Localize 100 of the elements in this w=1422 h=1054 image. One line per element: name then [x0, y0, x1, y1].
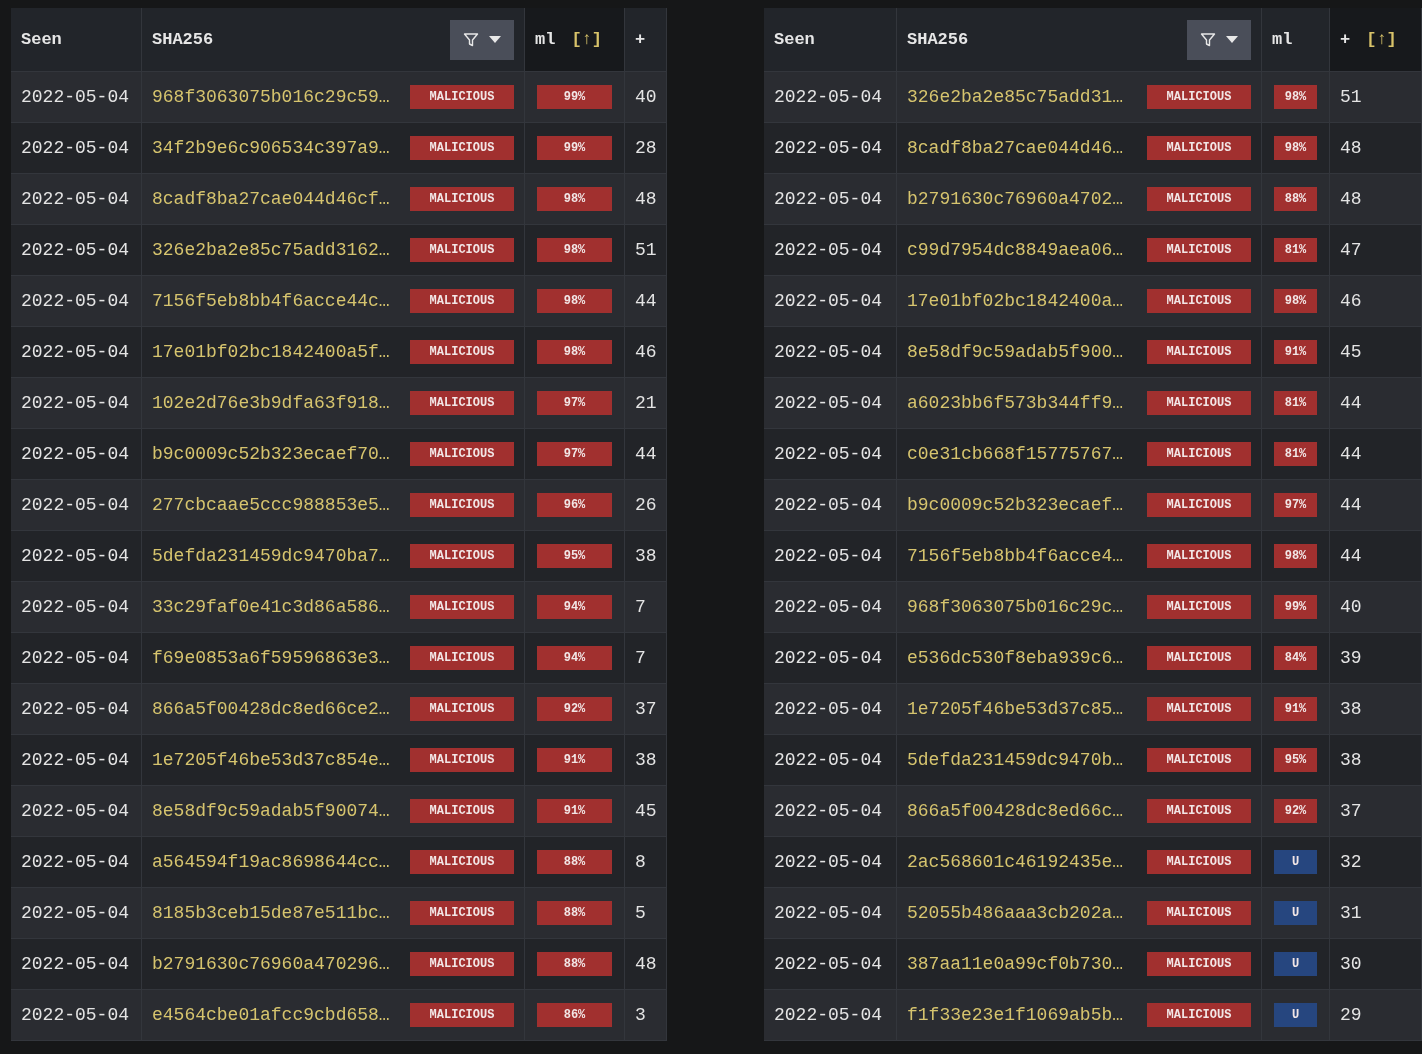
filter-button[interactable]	[1187, 19, 1251, 60]
hash-link[interactable]: 326e2ba2e85c75add31…	[907, 87, 1124, 107]
score-badge: 91%	[1274, 697, 1317, 721]
column-label: +	[635, 30, 646, 49]
count-cell: 45	[625, 786, 667, 837]
hash-link[interactable]: 5defda231459dc9470b…	[907, 750, 1124, 770]
hash-link[interactable]: b2791630c76960a470296…	[152, 954, 390, 974]
hash-link[interactable]: c0e31cb668f15775767…	[907, 444, 1124, 464]
hash-link[interactable]: 17e01bf02bc1842400a5f…	[152, 342, 390, 362]
count-cell: 29	[1330, 990, 1422, 1041]
hash-link[interactable]: 968f3063075b016c29c…	[907, 597, 1124, 617]
hash-link[interactable]: 52055b486aaa3cb202a…	[907, 903, 1124, 923]
date-cell: 2022-05-04	[11, 939, 142, 990]
column-label: SHA256	[152, 30, 214, 49]
verdict-badge: MALICIOUS	[410, 340, 514, 364]
hash-link[interactable]: 8e58df9c59adab5f90074…	[152, 801, 390, 821]
date-cell: 2022-05-04	[11, 429, 142, 480]
column-header[interactable]: SHA256	[142, 8, 525, 72]
verdict-badge: MALICIOUS	[1147, 799, 1251, 823]
verdict-badge: MALICIOUS	[1147, 238, 1251, 262]
hash-link[interactable]: 1e7205f46be53d37c85…	[907, 699, 1124, 719]
hash-link[interactable]: 17e01bf02bc1842400a…	[907, 291, 1124, 311]
date-cell: 2022-05-04	[764, 684, 897, 735]
date-cell: 2022-05-04	[11, 990, 142, 1041]
score-badge: 98%	[1274, 136, 1317, 160]
column-header[interactable]: + [↑]	[1330, 8, 1422, 72]
count-cell: 31	[1330, 888, 1422, 939]
hash-link[interactable]: a6023bb6f573b344ff9…	[907, 393, 1124, 413]
column-header[interactable]: Seen	[11, 8, 142, 72]
hash-link[interactable]: 8cadf8ba27cae044d46cf…	[152, 189, 390, 209]
verdict-badge: MALICIOUS	[1147, 697, 1251, 721]
column-header[interactable]: ml [↑]	[525, 8, 625, 72]
count-cell: 44	[1330, 531, 1422, 582]
hash-link[interactable]: 7156f5eb8bb4f6acce4…	[907, 546, 1124, 566]
count-cell: 44	[625, 429, 667, 480]
verdict-badge: MALICIOUS	[410, 1003, 514, 1027]
score-badge: 94%	[537, 646, 612, 670]
hash-link[interactable]: f1f33e23e1f1069ab5b…	[907, 1005, 1124, 1025]
hash-link[interactable]: 8cadf8ba27cae044d46…	[907, 138, 1124, 158]
hash-link[interactable]: 8e58df9c59adab5f900…	[907, 342, 1124, 362]
verdict-badge: MALICIOUS	[410, 238, 514, 262]
verdict-badge: MALICIOUS	[410, 748, 514, 772]
column-label: ml	[1272, 30, 1293, 49]
hash-link[interactable]: e4564cbe01afcc9cbd658…	[152, 1005, 390, 1025]
column-header[interactable]: SHA256	[897, 8, 1262, 72]
count-cell: 48	[625, 939, 667, 990]
verdict-badge: MALICIOUS	[1147, 442, 1251, 466]
date-cell: 2022-05-04	[11, 684, 142, 735]
date-cell: 2022-05-04	[764, 939, 897, 990]
hash-link[interactable]: 2ac568601c46192435e…	[907, 852, 1124, 872]
count-cell: 46	[625, 327, 667, 378]
date-cell: 2022-05-04	[11, 786, 142, 837]
hash-link[interactable]: b2791630c76960a4702…	[907, 189, 1124, 209]
hash-link[interactable]: e536dc530f8eba939c6…	[907, 648, 1124, 668]
hash-link[interactable]: 326e2ba2e85c75add3162…	[152, 240, 390, 260]
column-header[interactable]: Seen	[764, 8, 897, 72]
count-cell: 40	[1330, 582, 1422, 633]
verdict-badge: MALICIOUS	[1147, 1003, 1251, 1027]
hash-link[interactable]: 102e2d76e3b9dfa63f918…	[152, 393, 390, 413]
score-badge: 95%	[537, 544, 612, 568]
verdict-badge: MALICIOUS	[410, 646, 514, 670]
score-badge: 98%	[537, 340, 612, 364]
count-cell: 51	[625, 225, 667, 276]
verdict-badge: MALICIOUS	[410, 697, 514, 721]
hash-link[interactable]: 387aa11e0a99cf0b730…	[907, 954, 1124, 974]
filter-button[interactable]	[450, 19, 514, 60]
hash-link[interactable]: 1e7205f46be53d37c854e…	[152, 750, 390, 770]
hash-link[interactable]: f69e0853a6f59596863e3…	[152, 648, 390, 668]
hash-link[interactable]: 866a5f00428dc8ed66c…	[907, 801, 1124, 821]
score-badge: 99%	[537, 85, 612, 109]
hash-link[interactable]: 5defda231459dc9470ba7…	[152, 546, 390, 566]
column-header[interactable]: +	[625, 8, 667, 72]
hash-link[interactable]: 968f3063075b016c29c59…	[152, 87, 390, 107]
hash-link[interactable]: a564594f19ac8698644cc…	[152, 852, 390, 872]
sort-indicator[interactable]: [↑]	[1366, 30, 1397, 49]
hash-link[interactable]: b9c0009c52b323ecaef…	[907, 495, 1124, 515]
caret-icon	[489, 36, 501, 43]
count-cell: 44	[1330, 429, 1422, 480]
verdict-badge: MALICIOUS	[1147, 493, 1251, 517]
score-badge: 98%	[1274, 289, 1317, 313]
count-cell: 5	[625, 888, 667, 939]
hash-link[interactable]: 8185b3ceb15de87e511bc…	[152, 903, 390, 923]
hash-link[interactable]: 33c29faf0e41c3d86a586…	[152, 597, 390, 617]
sort-indicator[interactable]: [↑]	[571, 30, 602, 49]
count-cell: 48	[625, 174, 667, 225]
date-cell: 2022-05-04	[764, 837, 897, 888]
score-badge: 91%	[537, 799, 612, 823]
score-badge: 97%	[537, 391, 612, 415]
count-cell: 21	[625, 378, 667, 429]
hash-link[interactable]: 7156f5eb8bb4f6acce44c…	[152, 291, 390, 311]
hash-link[interactable]: b9c0009c52b323ecaef70…	[152, 444, 390, 464]
hash-link[interactable]: 277cbcaae5ccc988853e5…	[152, 495, 390, 515]
score-badge: 81%	[1274, 391, 1317, 415]
column-header[interactable]: ml	[1262, 8, 1330, 72]
column-label: SHA256	[907, 30, 969, 49]
hash-link[interactable]: c99d7954dc8849aea06…	[907, 240, 1124, 260]
score-badge: 81%	[1274, 442, 1317, 466]
hash-link[interactable]: 866a5f00428dc8ed66ce2…	[152, 699, 390, 719]
verdict-badge: MALICIOUS	[1147, 901, 1251, 925]
hash-link[interactable]: 34f2b9e6c906534c397a9…	[152, 138, 390, 158]
